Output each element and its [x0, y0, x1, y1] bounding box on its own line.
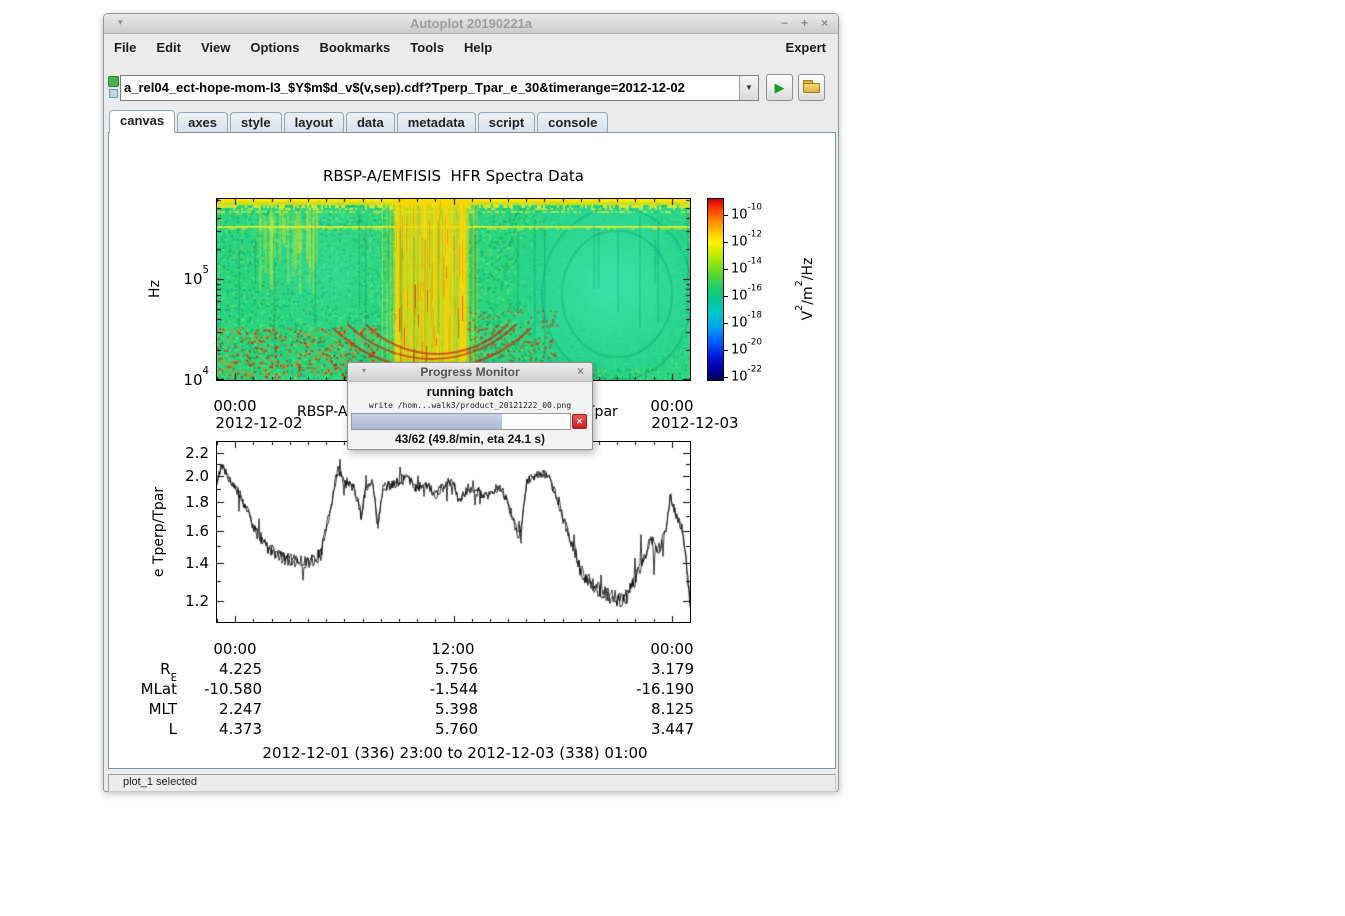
plot-canvas-area[interactable]: RBSP-A/EMFISIS HFR Spectra Data Hz V2/m2…: [108, 132, 836, 769]
plot1-xdate-label: 2012-12-02: [211, 414, 307, 432]
minimize-button[interactable]: −: [781, 16, 788, 30]
colorbar-tick: [723, 269, 728, 270]
metadata-row-label: MLT: [109, 699, 177, 719]
window-title: Autoplot 20190221a: [104, 16, 838, 31]
tab-console[interactable]: console: [537, 112, 608, 133]
tab-style[interactable]: style: [230, 112, 282, 133]
metadata-value: 5.756: [393, 659, 478, 679]
chevron-down-icon: ▼: [745, 83, 753, 92]
status-text: plot_1 selected: [123, 776, 197, 788]
tab-layout[interactable]: layout: [284, 112, 344, 133]
metadata-value: 4.225: [177, 659, 262, 679]
colorbar-tick-label: 10-10: [731, 208, 762, 223]
close-button[interactable]: ×: [821, 16, 828, 30]
plot2-ytick-label: 1.6: [151, 522, 209, 540]
metadata-value: 3.447: [609, 719, 694, 739]
url-dropdown-button[interactable]: ▼: [739, 76, 758, 100]
datasource-blue-icon: [109, 89, 118, 98]
colorbar-tick: [723, 377, 728, 378]
tab-bar: canvasaxesstylelayoutdatametadatascriptc…: [109, 110, 610, 133]
cancel-x-icon: ✕: [576, 417, 583, 426]
url-text[interactable]: a_rel04_ect-hope-mom-l3_$Y$m$d_v$(v,sep)…: [121, 76, 739, 100]
metadata-value: 3.179: [609, 659, 694, 679]
colorbar-tick-label: 10-14: [731, 262, 762, 277]
menu-tools[interactable]: Tools: [400, 40, 454, 55]
plot2-ytick-label: 1.4: [151, 554, 209, 572]
colorbar-tick: [723, 350, 728, 351]
colorbar-tick-label: 10-16: [731, 289, 762, 304]
colorbar-tick-label: 10-18: [731, 316, 762, 331]
play-icon: ▶: [775, 80, 785, 95]
progress-status: running batch: [348, 384, 592, 399]
open-file-button[interactable]: [798, 74, 825, 101]
metadata-row-label: L: [109, 719, 177, 739]
time-range-label: 2012-12-01 (336) 23:00 to 2012-12-03 (33…: [205, 744, 705, 762]
datasource-green-icon: [108, 76, 119, 87]
plot1-xtick-label: 00:00: [640, 397, 704, 415]
folder-icon: [803, 80, 820, 93]
progress-counter: 43/62 (49.8/min, eta 24.1 s): [348, 432, 592, 446]
tab-script[interactable]: script: [478, 112, 535, 133]
tab-data[interactable]: data: [346, 112, 395, 133]
spectrogram-plot[interactable]: [216, 198, 691, 381]
plot2-ytick-label: 2.2: [151, 444, 209, 462]
colorbar: [707, 198, 724, 381]
colorbar-tick-label: 10-22: [731, 370, 762, 385]
plot1-xdate-label: 2012-12-03: [647, 414, 743, 432]
menu-bar: FileEditViewOptionsBookmarksToolsHelp Ex…: [104, 34, 838, 60]
metadata-value: 5.760: [393, 719, 478, 739]
plot1-title: RBSP-A/EMFISIS HFR Spectra Data: [217, 167, 690, 185]
metadata-value: 2.247: [177, 699, 262, 719]
url-input[interactable]: a_rel04_ect-hope-mom-l3_$Y$m$d_v$(v,sep)…: [120, 75, 759, 101]
plot1-xtick-label: 00:00: [203, 397, 267, 415]
progress-bar: [351, 413, 571, 430]
tab-canvas[interactable]: canvas: [109, 110, 175, 133]
tab-axes[interactable]: axes: [177, 112, 228, 133]
metadata-row-label: MLat: [109, 679, 177, 699]
plot2-xtick-label: 00:00: [203, 640, 267, 658]
menu-file[interactable]: File: [104, 40, 146, 55]
menu-bookmarks[interactable]: Bookmarks: [309, 40, 400, 55]
go-button[interactable]: ▶: [766, 74, 793, 101]
plot2-ytick-label: 1.8: [151, 493, 209, 511]
metadata-row-label: RE: [109, 659, 177, 679]
timeseries-plot[interactable]: [216, 441, 691, 623]
metadata-value: 4.373: [177, 719, 262, 739]
menu-help[interactable]: Help: [454, 40, 502, 55]
colorbar-tick-label: 10-12: [731, 235, 762, 250]
cancel-button[interactable]: ✕: [572, 414, 587, 429]
plot1-ytick-label: 105: [151, 270, 209, 288]
menu-view[interactable]: View: [191, 40, 240, 55]
plot2-xtick-label: 12:00: [421, 640, 485, 658]
address-row: a_rel04_ect-hope-mom-l3_$Y$m$d_v$(v,sep)…: [104, 60, 838, 108]
colorbar-tick: [723, 296, 728, 297]
plot2-xtick-label: 00:00: [640, 640, 704, 658]
dialog-close-icon[interactable]: ×: [577, 364, 584, 378]
menu-edit[interactable]: Edit: [146, 40, 191, 55]
status-bar: plot_1 selected: [108, 774, 836, 792]
plot2-ytick-label: 1.2: [151, 592, 209, 610]
progress-detail: write /hom...walk3/product_20121222_00.p…: [348, 401, 592, 410]
colorbar-tick-label: 10-20: [731, 343, 762, 358]
metadata-value: 5.398: [393, 699, 478, 719]
menu-options[interactable]: Options: [240, 40, 309, 55]
progress-bar-fill: [352, 414, 502, 429]
window-titlebar[interactable]: ▾ Autoplot 20190221a − + ×: [104, 14, 838, 34]
metadata-value: -16.190: [609, 679, 694, 699]
metadata-value: -10.580: [177, 679, 262, 699]
dialog-title: Progress Monitor: [348, 365, 592, 379]
plot2-ytick-label: 2.0: [151, 467, 209, 485]
plot1-ytick-label: 104: [151, 371, 209, 389]
colorbar-tick: [723, 242, 728, 243]
colorbar-tick: [723, 323, 728, 324]
metadata-value: -1.544: [393, 679, 478, 699]
metadata-value: 8.125: [609, 699, 694, 719]
maximize-button[interactable]: +: [801, 16, 808, 30]
colorbar-unit-label: V2/m2/Hz: [800, 258, 816, 321]
tab-metadata[interactable]: metadata: [397, 112, 476, 133]
dialog-titlebar[interactable]: ▾ Progress Monitor ×: [348, 363, 592, 382]
colorbar-tick: [723, 215, 728, 216]
expert-label[interactable]: Expert: [786, 40, 838, 55]
progress-monitor-dialog[interactable]: ▾ Progress Monitor × running batch write…: [347, 362, 593, 450]
